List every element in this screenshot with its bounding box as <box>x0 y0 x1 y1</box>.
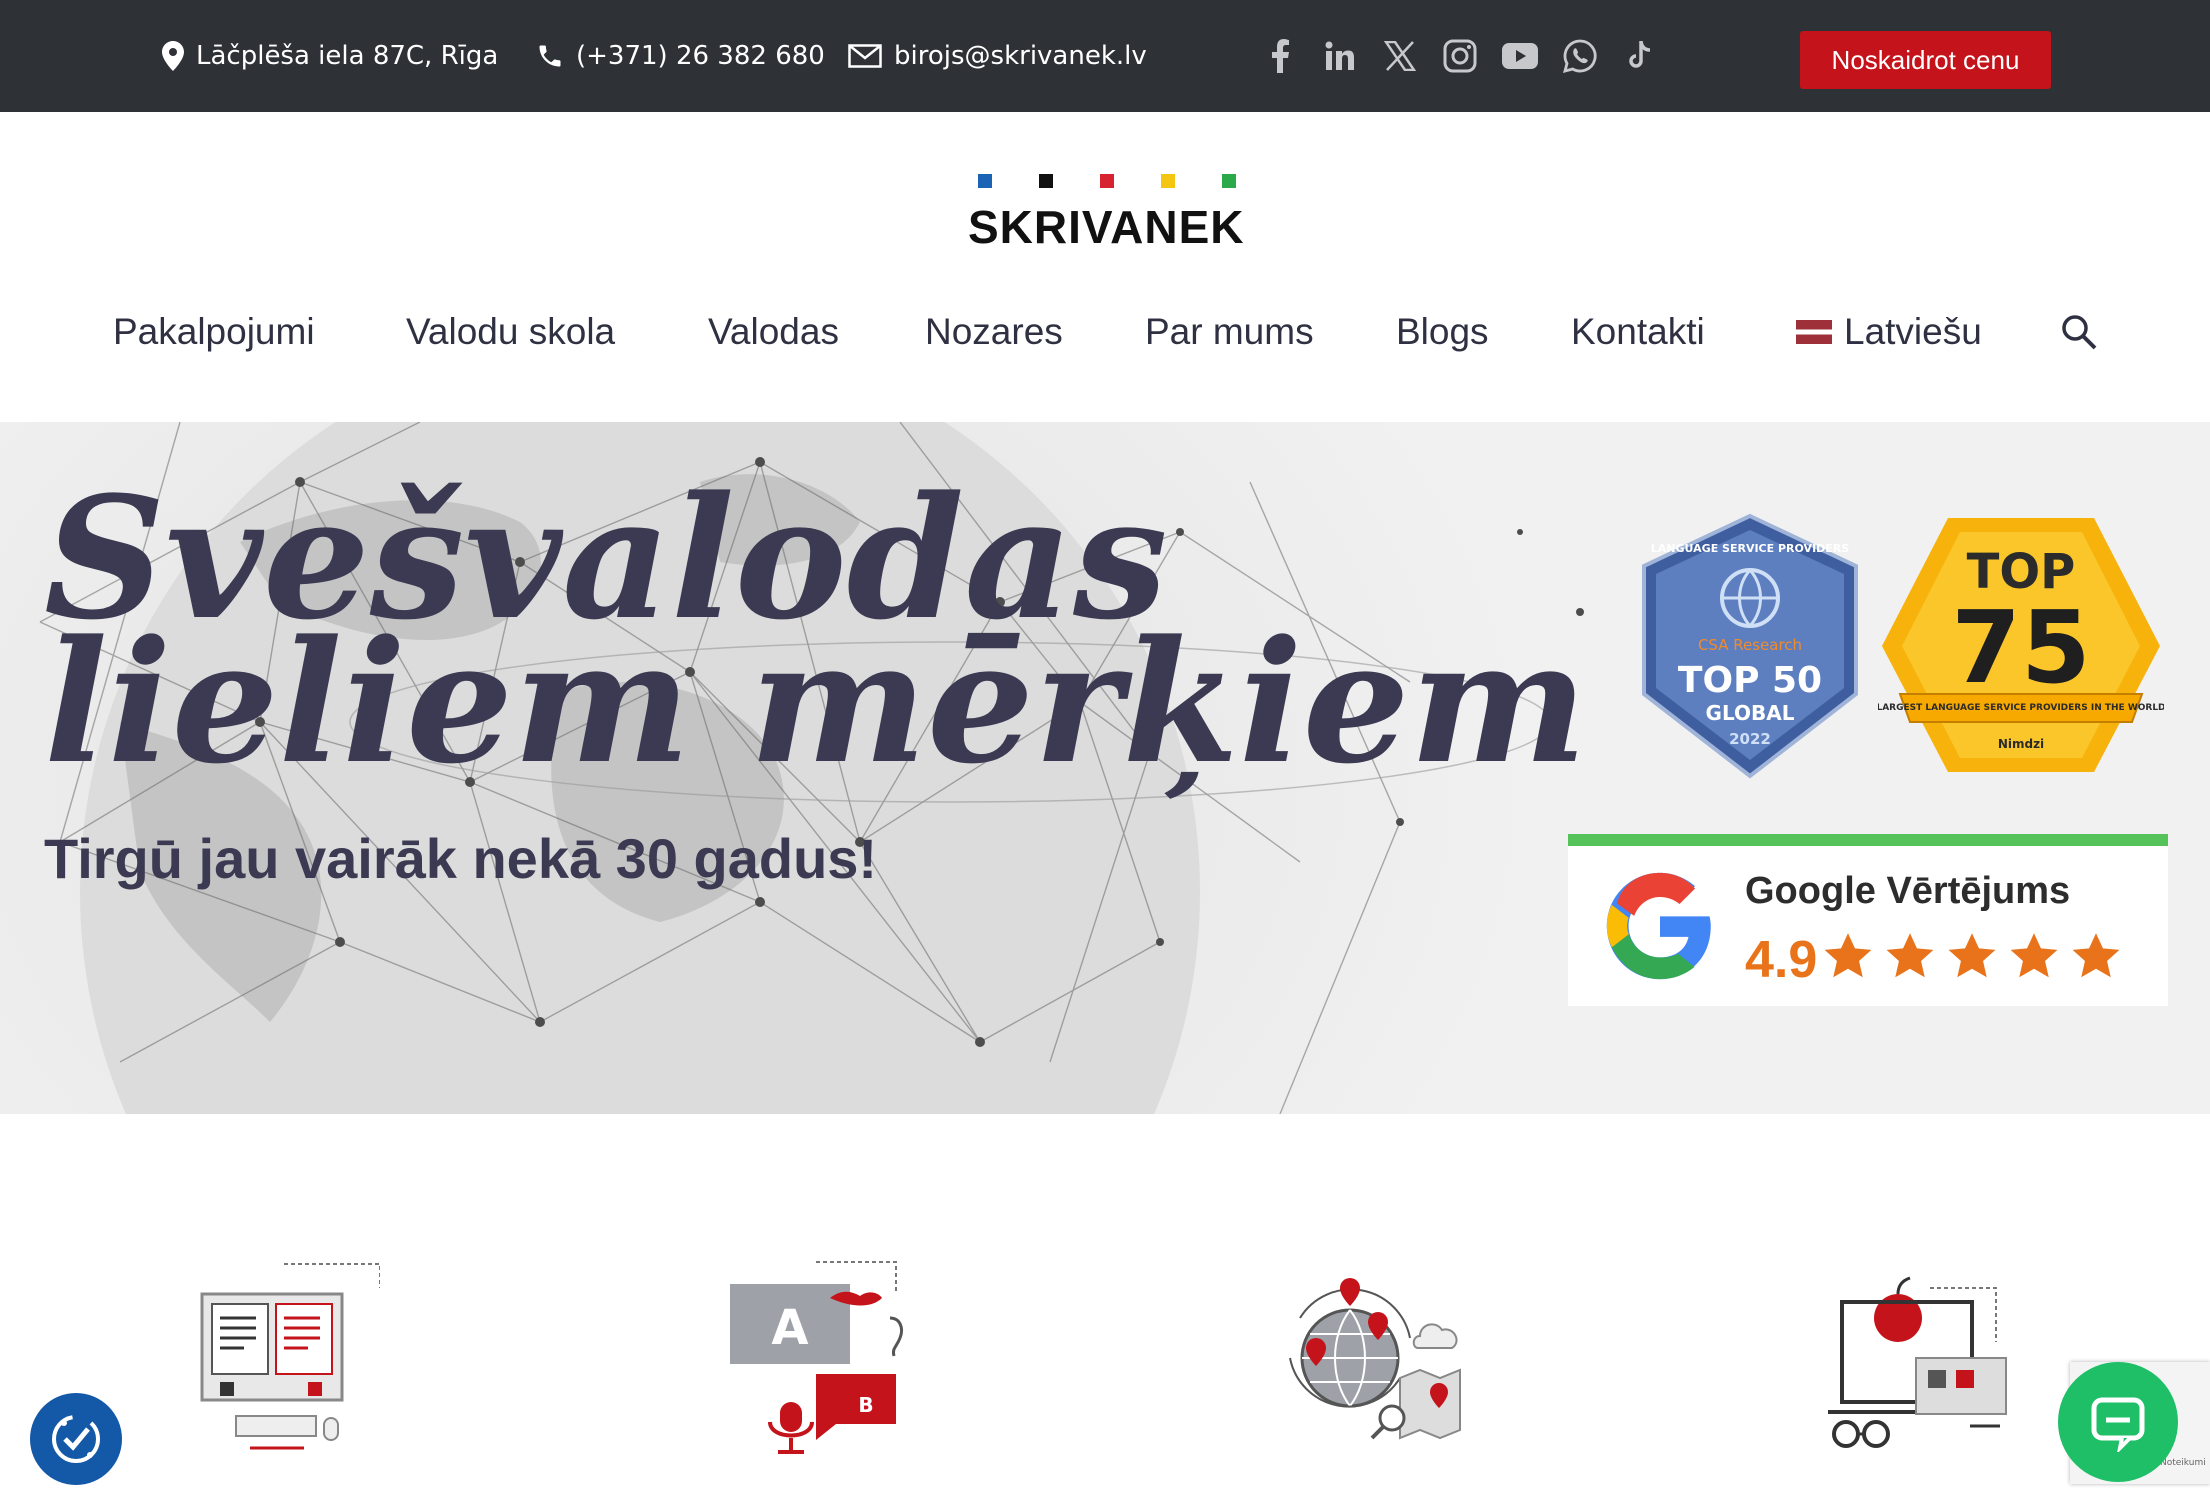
svg-text:A: A <box>771 1300 808 1356</box>
x-icon[interactable] <box>1380 36 1420 76</box>
google-rating-title: Google Vērtējums <box>1745 870 2071 912</box>
nav-item-industries[interactable]: Nozares <box>925 300 1063 364</box>
language-school-icon[interactable] <box>1820 1258 2020 1458</box>
svg-text:TOP 50: TOP 50 <box>1678 660 1822 701</box>
star-icon <box>1886 933 1934 978</box>
google-g-icon <box>1606 872 1711 980</box>
google-rating-value: 4.9 <box>1745 931 1818 989</box>
whatsapp-icon[interactable] <box>1560 36 1600 76</box>
phone-text: (+371) 26 382 680 <box>576 41 825 71</box>
phone-link[interactable]: (+371) 26 382 680 <box>536 0 825 112</box>
chat-button[interactable] <box>2058 1362 2178 1482</box>
facebook-icon[interactable] <box>1260 36 1300 76</box>
mail-icon <box>848 44 882 68</box>
youtube-icon[interactable] <box>1500 36 1540 76</box>
accessibility-icon <box>52 1415 100 1463</box>
svg-text:Nimdzi: Nimdzi <box>1998 737 2044 751</box>
address-link[interactable]: Lāčplēša iela 87C, Rīga <box>162 0 498 112</box>
svg-text:LARGEST LANGUAGE SERVICE PROVI: LARGEST LANGUAGE SERVICE PROVIDERS IN TH… <box>1878 703 2164 713</box>
star-icon <box>2010 933 2058 978</box>
interpreting-icon[interactable]: A B <box>720 1258 920 1458</box>
nav-item-contacts[interactable]: Kontakti <box>1571 300 1705 364</box>
latvia-flag-icon <box>1796 320 1832 344</box>
instagram-icon[interactable] <box>1440 36 1480 76</box>
top-bar: Lāčplēša iela 87C, Rīga (+371) 26 382 68… <box>0 0 2210 112</box>
nimdzi-top75-badge: TOP 75 LARGEST LANGUAGE SERVICE PROVIDER… <box>1878 518 2164 772</box>
email-text: birojs@skrivanek.lv <box>894 41 1147 71</box>
star-icon <box>1948 933 1996 978</box>
csa-top50-badge: LANGUAGE SERVICE PROVIDERS CSA Research … <box>1642 513 1858 779</box>
tiktok-icon[interactable] <box>1620 36 1660 76</box>
search-icon <box>2062 315 2097 350</box>
google-rating-card[interactable]: Google Vērtējums 4.9 <box>1568 834 2168 1006</box>
email-link[interactable]: birojs@skrivanek.lv <box>848 0 1147 112</box>
nav-item-language-school[interactable]: Valodu skola <box>406 300 615 364</box>
svg-text:LANGUAGE SERVICE PROVIDERS: LANGUAGE SERVICE PROVIDERS <box>1651 542 1849 555</box>
linkedin-icon[interactable] <box>1320 36 1360 76</box>
language-label: Latviešu <box>1844 311 1982 352</box>
svg-text:GLOBAL: GLOBAL <box>1706 701 1795 725</box>
get-price-button[interactable]: Noskaidrot cenu <box>1800 31 2051 89</box>
hero-subheadline: Tirgū jau vairāk nekā 30 gadus! <box>44 827 878 890</box>
localization-icon[interactable] <box>1280 1258 1480 1458</box>
nav-item-languages[interactable]: Valodas <box>708 300 839 364</box>
logo-dot-green <box>1222 174 1236 188</box>
site-logo[interactable]: SKRIVANEK <box>968 170 1245 256</box>
location-pin-icon <box>162 41 184 71</box>
logo-wordmark: SKRIVANEK <box>968 201 1245 253</box>
chat-bubble-icon <box>2091 1397 2145 1452</box>
search-button[interactable] <box>2060 300 2098 364</box>
nav-item-blog[interactable]: Blogs <box>1396 300 1489 364</box>
language-switcher[interactable]: Latviešu <box>1796 300 1982 364</box>
star-icon <box>2072 933 2120 978</box>
phone-icon <box>539 45 561 67</box>
logo-dot-yellow <box>1161 174 1175 188</box>
recaptcha-terms-link[interactable]: Noteikumi <box>2160 1458 2206 1468</box>
svg-text:75: 75 <box>1951 589 2090 706</box>
svg-text:B: B <box>858 1393 873 1417</box>
translation-icon[interactable] <box>180 1258 380 1458</box>
address-text: Lāčplēša iela 87C, Rīga <box>196 41 499 71</box>
nav-item-about[interactable]: Par mums <box>1145 300 1314 364</box>
accessibility-button[interactable] <box>30 1393 122 1485</box>
svg-text:2022: 2022 <box>1729 730 1771 748</box>
logo-dot-red <box>1100 174 1114 188</box>
logo-dot-black <box>1039 174 1053 188</box>
hero-banner: Svešvalodas lieliem mērķiem Tirgū jau va… <box>0 422 2210 1114</box>
logo-dot-blue <box>978 174 992 188</box>
svg-text:CSA Research: CSA Research <box>1698 636 1802 654</box>
nav-item-services[interactable]: Pakalpojumi <box>113 300 315 364</box>
hero-headline-line2: lieliem mērķiem <box>44 603 1588 801</box>
star-icon <box>1824 933 1872 978</box>
